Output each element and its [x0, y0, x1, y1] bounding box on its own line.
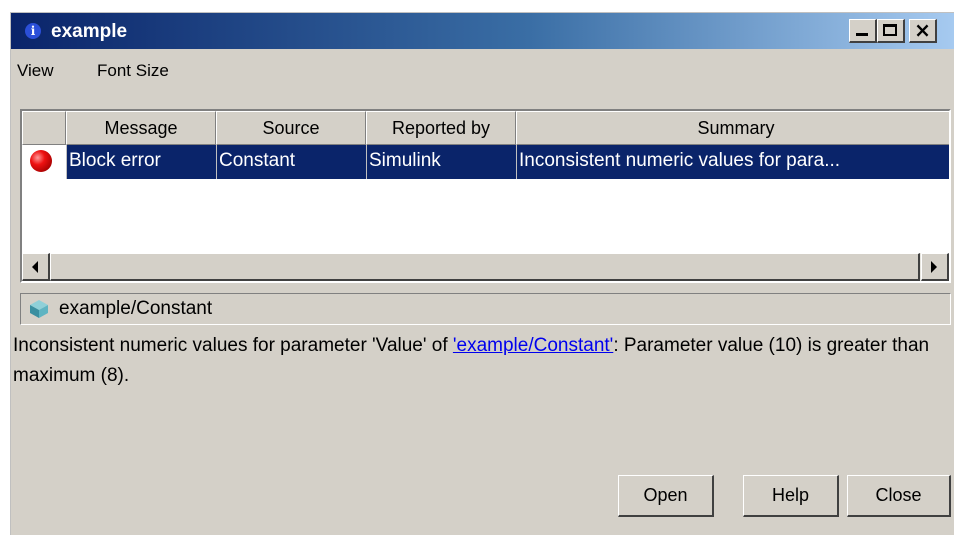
cell-message[interactable]: Block error	[66, 145, 216, 179]
minimize-icon	[856, 33, 868, 36]
column-header-message[interactable]: Message	[66, 111, 216, 145]
info-icon: i	[25, 23, 41, 39]
arrow-left-icon	[32, 261, 38, 273]
cell-summary[interactable]: Inconsistent numeric values for para...	[516, 145, 949, 179]
scroll-left-button[interactable]	[22, 253, 50, 281]
block-path-bar: example/Constant	[20, 293, 951, 325]
table-header: Message Source Reported by Summary	[22, 111, 949, 145]
scrollbar-thumb[interactable]	[50, 253, 920, 281]
message-table: Message Source Reported by Summary Block…	[20, 109, 951, 283]
arrow-right-icon	[931, 261, 937, 273]
close-button[interactable]: Close	[847, 475, 951, 517]
menu-view[interactable]: View	[17, 61, 54, 81]
block-link[interactable]: 'example/Constant'	[453, 335, 613, 356]
cell-source[interactable]: Constant	[216, 145, 366, 179]
close-icon: ×	[914, 18, 931, 42]
menu-font-size[interactable]: Font Size	[97, 61, 169, 81]
block-path: example/Constant	[59, 298, 213, 319]
maximize-icon	[883, 24, 897, 36]
column-header-source[interactable]: Source	[216, 111, 366, 145]
column-header-summary[interactable]: Summary	[516, 111, 949, 145]
close-window-button[interactable]: ×	[909, 19, 937, 43]
scroll-right-button[interactable]	[921, 253, 949, 281]
message-text-before: Inconsistent numeric values for paramete…	[13, 335, 453, 356]
diagnostic-viewer-window: i example × View Font Size Message Sourc…	[10, 12, 954, 535]
column-header-icon[interactable]	[22, 111, 66, 145]
cell-reported-by[interactable]: Simulink	[366, 145, 516, 179]
error-icon	[30, 150, 52, 172]
row-icon-cell	[22, 145, 66, 179]
help-button[interactable]: Help	[743, 475, 839, 517]
title-bar[interactable]: i example ×	[11, 13, 954, 49]
minimize-button[interactable]	[849, 19, 877, 43]
block-cube-icon	[30, 300, 48, 318]
column-header-reported-by[interactable]: Reported by	[366, 111, 516, 145]
open-button[interactable]: Open	[618, 475, 714, 517]
window-title: example	[51, 21, 128, 42]
table-row[interactable]: Block error Constant Simulink Inconsiste…	[22, 145, 949, 179]
maximize-button[interactable]	[877, 19, 905, 43]
horizontal-scrollbar[interactable]	[22, 253, 949, 281]
message-detail: Inconsistent numeric values for paramete…	[13, 331, 943, 391]
